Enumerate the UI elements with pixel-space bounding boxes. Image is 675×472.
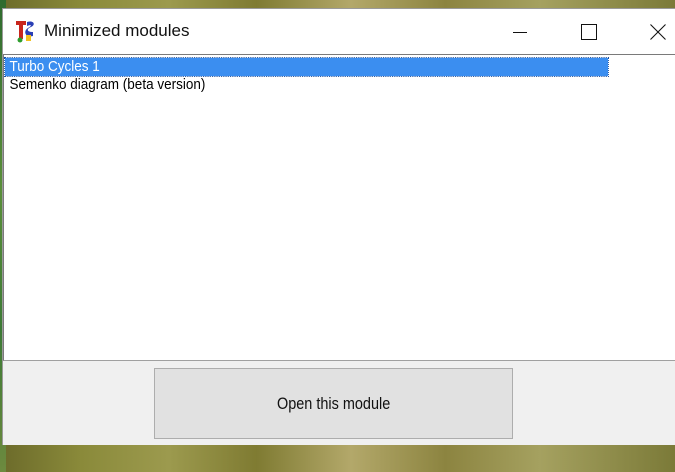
- minimize-icon: [513, 31, 527, 33]
- list-item[interactable]: Turbo Cycles 1: [4, 57, 609, 77]
- open-module-label: Open this module: [276, 393, 391, 413]
- maximize-icon: [581, 23, 597, 40]
- list-item[interactable]: Semenko diagram (beta version): [5, 76, 608, 94]
- minimize-button[interactable]: [497, 9, 543, 54]
- window-title: Minimized modules: [44, 21, 190, 40]
- close-button[interactable]: [635, 9, 675, 54]
- close-icon: [650, 23, 666, 40]
- minimized-modules-window: Minimized modules Turbo Cycles 1 Semenko…: [2, 8, 675, 445]
- open-module-button[interactable]: Open this module: [154, 368, 513, 439]
- maximize-button[interactable]: [566, 9, 612, 54]
- module-list[interactable]: Turbo Cycles 1 Semenko diagram (beta ver…: [3, 54, 675, 361]
- title-bar[interactable]: Minimized modules: [3, 9, 675, 54]
- app-icon: [14, 19, 38, 43]
